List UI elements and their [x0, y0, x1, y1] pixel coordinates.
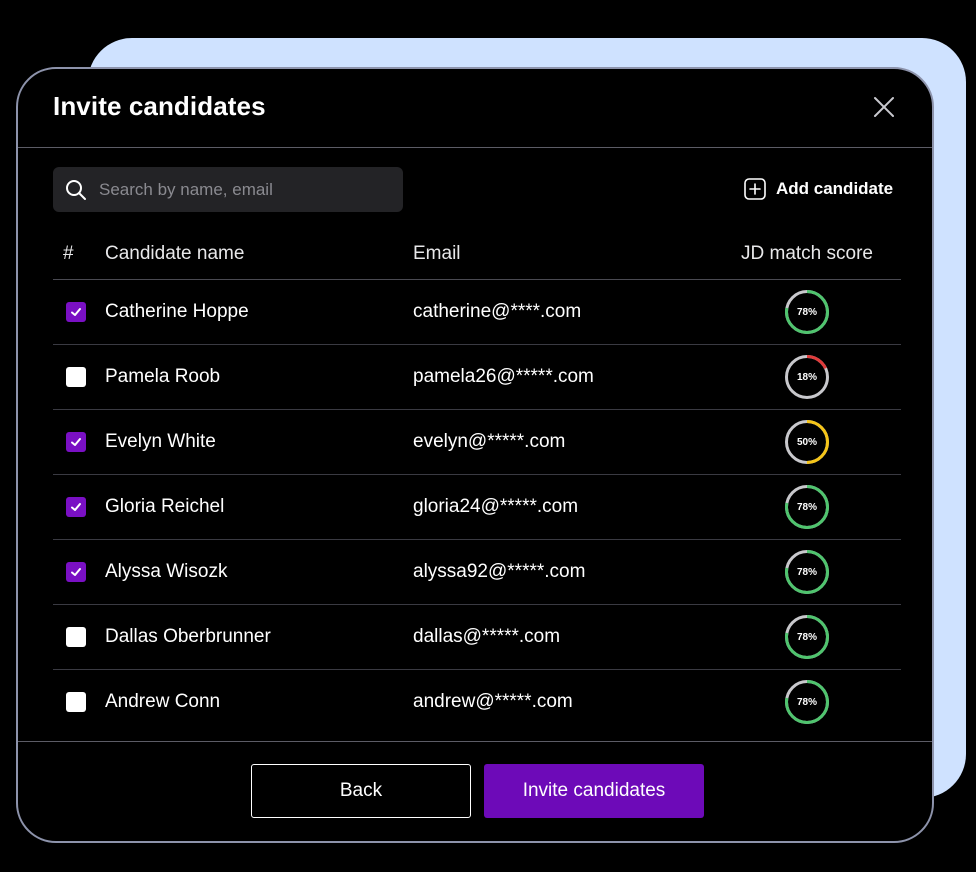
candidate-name: Gloria Reichel [105, 496, 225, 517]
search-icon [66, 179, 86, 200]
match-score-ring: 78% [784, 614, 830, 660]
table-body: Catherine Hoppe catherine@****.com 78% P… [53, 280, 901, 734]
candidate-email: andrew@*****.com [413, 691, 573, 712]
modal-title: Invite candidates [53, 91, 266, 121]
candidate-email: gloria24@*****.com [413, 496, 579, 517]
add-candidate-button[interactable]: Add candidate [744, 178, 893, 200]
match-score-ring: 78% [784, 679, 830, 725]
close-icon [874, 97, 894, 117]
candidate-email: evelyn@*****.com [413, 431, 566, 452]
header-index: # [63, 243, 74, 264]
back-button[interactable]: Back [251, 764, 471, 818]
invite-candidates-button[interactable]: Invite candidates [484, 764, 704, 818]
candidate-name: Pamela Roob [105, 366, 221, 387]
candidate-name: Andrew Conn [105, 691, 221, 712]
match-score-value: 18% [796, 371, 817, 383]
search-input[interactable] [97, 178, 391, 201]
checkmark-icon [71, 568, 81, 576]
row-checkbox[interactable] [66, 627, 86, 647]
match-score-ring: 18% [784, 354, 830, 400]
table-row: Evelyn White evelyn@*****.com 50% [53, 410, 901, 475]
invite-candidates-modal: Invite candidates Add candidate # Candid… [16, 67, 934, 843]
match-score-ring: 50% [784, 419, 830, 465]
row-checkbox[interactable] [66, 562, 86, 582]
match-score-ring: 78% [784, 289, 830, 335]
table-row: Alyssa Wisozk alyssa92@*****.com 78% [53, 540, 901, 605]
match-score-value: 78% [796, 566, 817, 578]
row-checkbox[interactable] [66, 302, 86, 322]
header-candidate-name: Candidate name [105, 243, 245, 264]
table-row: Pamela Roob pamela26@*****.com 18% [53, 345, 901, 410]
candidate-name: Catherine Hoppe [105, 301, 249, 322]
match-score-value: 78% [796, 631, 817, 643]
plus-square-icon [744, 178, 766, 200]
table-row: Catherine Hoppe catherine@****.com 78% [53, 280, 901, 345]
candidate-name: Evelyn White [105, 431, 216, 452]
add-candidate-label: Add candidate [776, 179, 894, 198]
header-jd-match-score: JD match score [741, 243, 873, 264]
table-row: Dallas Oberbrunner dallas@*****.com 78% [53, 605, 901, 670]
candidate-email: alyssa92@*****.com [413, 561, 586, 582]
row-checkbox[interactable] [66, 692, 86, 712]
row-checkbox[interactable] [66, 432, 86, 452]
search-box[interactable] [53, 167, 403, 212]
match-score-value: 78% [796, 696, 817, 708]
row-checkbox[interactable] [66, 497, 86, 517]
candidate-name: Dallas Oberbrunner [105, 626, 271, 647]
match-score-value: 78% [796, 306, 817, 318]
match-score-value: 50% [796, 436, 817, 448]
match-score-value: 78% [796, 501, 817, 513]
candidate-email: catherine@****.com [413, 301, 582, 322]
checkmark-icon [71, 438, 81, 446]
match-score-ring: 78% [784, 549, 830, 595]
candidate-email: dallas@*****.com [413, 626, 561, 647]
candidate-email: pamela26@*****.com [413, 366, 594, 387]
checkmark-icon [71, 308, 81, 316]
close-button[interactable] [870, 93, 898, 121]
header-divider [18, 147, 932, 148]
table-row: Andrew Conn andrew@*****.com 78% [53, 670, 901, 734]
footer-divider [18, 741, 932, 742]
checkmark-icon [71, 503, 81, 511]
row-checkbox[interactable] [66, 367, 86, 387]
candidate-name: Alyssa Wisozk [105, 561, 228, 582]
table-row: Gloria Reichel gloria24@*****.com 78% [53, 475, 901, 540]
candidates-table: # Candidate name Email JD match score Ca… [53, 229, 901, 734]
table-header: # Candidate name Email JD match score [53, 229, 901, 280]
match-score-ring: 78% [784, 484, 830, 530]
header-email: Email [413, 243, 461, 264]
